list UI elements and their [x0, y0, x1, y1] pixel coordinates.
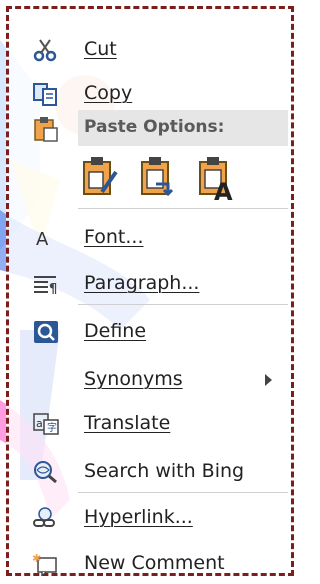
- menu-item-synonyms[interactable]: Synonyms: [12, 360, 288, 400]
- hyperlink-icon: [32, 506, 60, 530]
- paste-options-header: Paste Options:: [78, 110, 288, 146]
- menu-item-cut[interactable]: Cut: [12, 30, 288, 70]
- submenu-arrow-icon: [265, 374, 272, 386]
- paste-text-only-icon: A: [196, 157, 236, 206]
- menu-separator: [78, 492, 288, 493]
- svg-text:✱: ✱: [32, 552, 41, 565]
- paste-icon: [32, 116, 60, 142]
- paste-text-only-button[interactable]: A: [196, 154, 236, 206]
- copy-icon: [32, 82, 60, 106]
- paste-keep-formatting-icon: [80, 157, 120, 206]
- svg-text:A: A: [214, 178, 233, 202]
- menu-separator: [78, 304, 288, 305]
- menu-item-label: Font...: [84, 226, 144, 248]
- menu-item-paragraph[interactable]: ¶ Paragraph...: [12, 264, 288, 304]
- menu-item-label: New Comment: [84, 552, 225, 574]
- menu-item-search-with-bing[interactable]: Search with Bing: [12, 452, 288, 492]
- menu-item-label: Search with Bing: [84, 460, 245, 482]
- font-icon: A: [32, 226, 60, 250]
- new-comment-icon: ✱: [32, 552, 60, 578]
- menu-item-label: Synonyms: [84, 368, 183, 390]
- menu-item-translate[interactable]: a 字 Translate: [12, 404, 288, 444]
- menu-item-label: Translate: [84, 412, 171, 434]
- search-bing-icon: [32, 460, 60, 484]
- svg-text:a: a: [36, 417, 43, 430]
- menu-item-copy[interactable]: Copy: [12, 74, 288, 114]
- menu-item-label: Paragraph...: [84, 272, 200, 294]
- paragraph-icon: ¶: [32, 272, 60, 297]
- menu-separator: [78, 208, 288, 209]
- scissors-icon: [32, 38, 60, 62]
- paste-merge-formatting-button[interactable]: [138, 154, 178, 202]
- menu-item-label: Hyperlink...: [84, 506, 193, 528]
- menu-item-hyperlink[interactable]: Hyperlink...: [12, 498, 288, 538]
- paste-merge-formatting-icon: [138, 157, 178, 206]
- define-icon: [32, 320, 60, 344]
- svg-text:A: A: [36, 229, 49, 250]
- translate-icon: a 字: [32, 412, 60, 436]
- menu-item-label: Define: [84, 320, 147, 342]
- paste-options-label: Paste Options:: [84, 117, 225, 137]
- menu-item-label: Cut: [84, 38, 117, 60]
- paste-keep-formatting-button[interactable]: [80, 154, 120, 202]
- menu-item-font[interactable]: A Font...: [12, 218, 288, 258]
- svg-text:字: 字: [47, 421, 57, 434]
- menu-item-new-comment[interactable]: ✱ New Comment: [12, 544, 288, 584]
- menu-item-define[interactable]: Define: [12, 312, 288, 352]
- svg-text:¶: ¶: [49, 282, 57, 296]
- menu-item-label: Copy: [84, 82, 133, 104]
